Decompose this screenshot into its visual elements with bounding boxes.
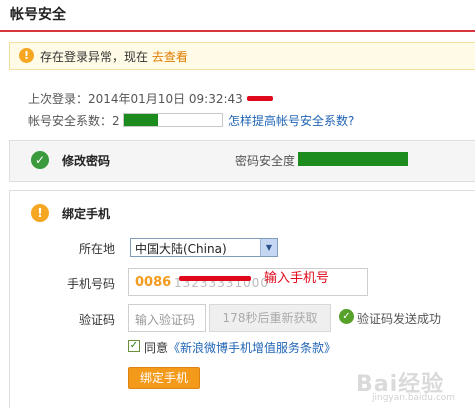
check-circle-icon: ✓: [339, 309, 354, 324]
watermark-site: jingyan.baidu.com: [372, 393, 456, 403]
password-strength-bar: [298, 152, 408, 166]
check-circle-icon: ✓: [31, 151, 49, 169]
redaction-mark: [247, 96, 273, 101]
terms-link[interactable]: 《新浪微博手机增值服务条款》: [168, 341, 336, 355]
bind-phone-title: 绑定手机: [62, 207, 111, 221]
redaction-mark: [179, 276, 251, 281]
phone-label: 手机号码: [66, 277, 115, 291]
chevron-down-icon[interactable]: ▼: [260, 239, 277, 256]
view-anomaly-link[interactable]: 去查看: [152, 50, 188, 64]
code-label: 验证码: [78, 313, 115, 327]
warning-icon: !: [31, 204, 49, 222]
page-title: 帐号安全: [10, 7, 66, 23]
notice-message: 存在登录异常，现在: [40, 50, 149, 64]
region-value: 中国大陆(China): [135, 242, 227, 256]
security-score-fill: [124, 114, 159, 126]
notice-text: 存在登录异常，现在 去查看: [40, 48, 188, 65]
title-divider: [0, 30, 475, 32]
verification-code-input[interactable]: 输入验证码: [128, 304, 206, 332]
warning-icon: !: [19, 48, 34, 63]
agree-text: 同意《新浪微博手机增值服务条款》: [144, 339, 336, 356]
phone-input[interactable]: 0086 13233331000: [128, 268, 368, 296]
region-label: 所在地: [78, 242, 115, 256]
code-sent-message: 验证码发送成功: [357, 312, 442, 326]
change-password-title: 修改密码: [62, 154, 111, 168]
login-anomaly-notice: ! 存在登录异常，现在 去查看: [9, 42, 475, 70]
resend-code-button[interactable]: 178秒后重新获取: [209, 304, 331, 332]
improve-security-link[interactable]: 怎样提高帐号安全系数?: [228, 112, 354, 129]
phone-country-code: 0086: [135, 275, 172, 290]
region-select[interactable]: 中国大陆(China) ▼: [130, 238, 278, 257]
bind-phone-button[interactable]: 绑定手机: [128, 367, 200, 389]
agree-checkbox[interactable]: ✓: [128, 340, 140, 352]
change-password-section[interactable]: ✓ 修改密码 密码安全度: [9, 140, 475, 182]
security-score-label: 帐号安全系数：2: [28, 114, 120, 128]
security-score-bar: [123, 113, 223, 127]
password-strength-label: 密码安全度: [235, 154, 296, 168]
phone-annotation: 输入手机号: [264, 271, 330, 286]
last-login-text: 上次登录：2014年01月10日 09:32:43: [28, 92, 243, 106]
agree-prefix: 同意: [144, 341, 169, 355]
